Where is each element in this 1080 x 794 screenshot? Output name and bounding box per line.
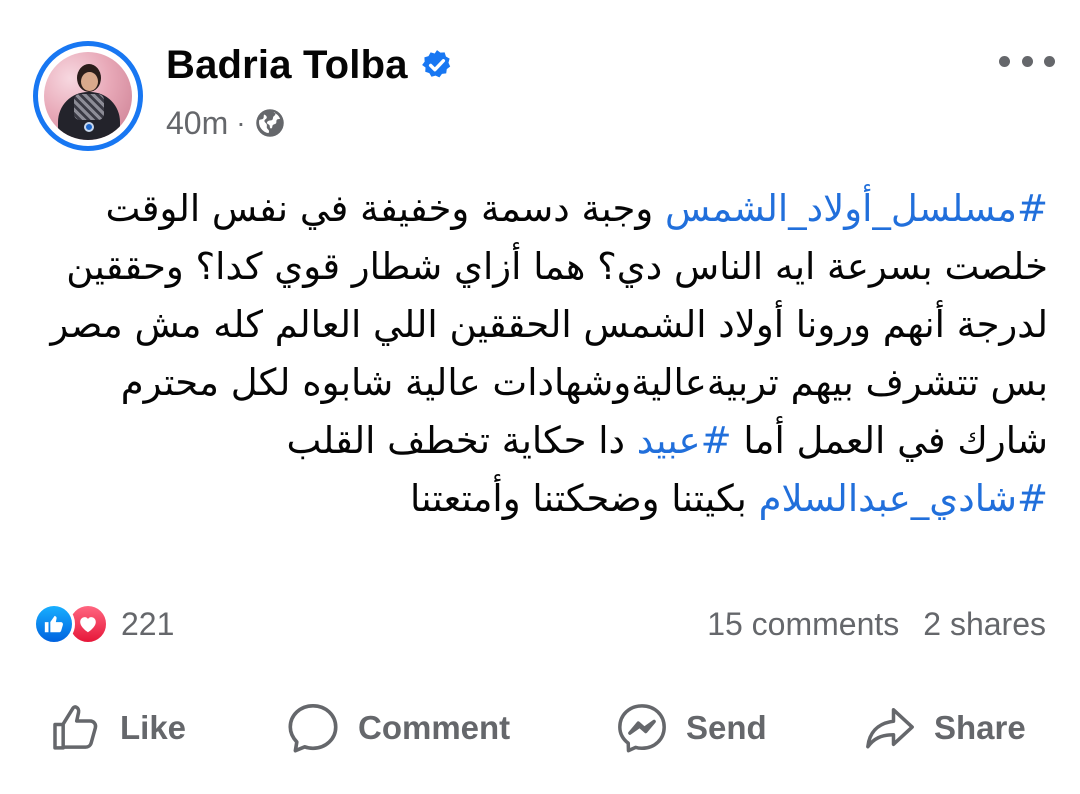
- avatar[interactable]: [33, 41, 143, 151]
- thumbs-up-icon: [53, 705, 98, 750]
- reactions-summary[interactable]: 221: [33, 602, 174, 646]
- post-text-line: #شادي_عبدالسلام بكيتنا وضحكتنا وأمتعتنا: [40, 470, 1048, 528]
- post-text-segment: بكيتنا وضحكتنا وأمتعتنا: [409, 477, 759, 520]
- post-text-line: خلصت بسرعة ايه الناس دي؟ هما أزاي شطار ق…: [40, 238, 1048, 296]
- author-row: Badria Tolba: [166, 43, 454, 87]
- post-text-line: بس تتشرف بيهم تربيةعاليةوشهادات عالية شا…: [40, 354, 1048, 412]
- post-text-line: شارك في العمل أما #عبيد دا حكاية تخطف ال…: [40, 412, 1048, 470]
- like-label: Like: [120, 709, 187, 746]
- messenger-icon: [618, 704, 666, 753]
- post-text-line: لدرجة أنهم ورونا أولاد الشمس الحققين الل…: [40, 296, 1048, 354]
- post-text-segment: خلصت بسرعة ايه الناس دي؟ هما أزاي شطار ق…: [66, 245, 1048, 288]
- like-reaction-icon: [33, 603, 75, 645]
- engagement-counts: 15 comments 2 shares: [707, 604, 1046, 644]
- post-text-segment: وجبة دسمة وخفيفة في نفس الوقت: [105, 187, 666, 230]
- hashtag-link[interactable]: #مسلسل_أولاد_الشمس: [665, 187, 1048, 230]
- post-text-segment: لدرجة أنهم ورونا أولاد الشمس الحققين الل…: [50, 303, 1048, 346]
- comments-count-link[interactable]: 15 comments: [707, 606, 899, 643]
- post-text: #مسلسل_أولاد_الشمس وجبة دسمة وخفيفة في ن…: [40, 180, 1048, 528]
- post-text-line: #مسلسل_أولاد_الشمس وجبة دسمة وخفيفة في ن…: [40, 180, 1048, 238]
- comment-label: Comment: [358, 709, 511, 746]
- share-button[interactable]: Share: [862, 697, 1026, 759]
- divider: [33, 668, 1047, 669]
- meta-separator: ·: [236, 107, 246, 138]
- hashtag-link[interactable]: #شادي_عبدالسلام: [759, 477, 1048, 520]
- avatar-image: [44, 52, 132, 140]
- hashtag-link[interactable]: #عبيد: [637, 419, 732, 462]
- send-button[interactable]: Send: [614, 697, 767, 759]
- reaction-count: 221: [121, 605, 175, 642]
- share-label: Share: [934, 709, 1026, 746]
- globe-icon[interactable]: [255, 108, 285, 138]
- share-arrow-icon: [866, 708, 914, 749]
- like-button[interactable]: Like: [48, 697, 186, 759]
- shares-count-link[interactable]: 2 shares: [923, 606, 1046, 643]
- post-time[interactable]: 40m: [166, 105, 228, 142]
- comment-button[interactable]: Comment: [284, 697, 510, 759]
- post-text-segment: شارك في العمل أما: [731, 419, 1048, 462]
- send-label: Send: [686, 709, 767, 746]
- comment-bubble-icon: [288, 703, 338, 753]
- more-options-icon[interactable]: [999, 49, 1055, 73]
- post-text-segment: دا حكاية تخطف القلب: [286, 419, 637, 462]
- verified-badge-icon: [421, 50, 450, 78]
- facebook-post: Badria Tolba 40m · #مسلسل_أولاد_الشمس وج…: [0, 0, 1080, 794]
- author-name[interactable]: Badria Tolba: [166, 43, 408, 88]
- post-meta: 40m ·: [166, 103, 285, 143]
- post-text-segment: بس تتشرف بيهم تربيةعاليةوشهادات عالية شا…: [120, 361, 1048, 404]
